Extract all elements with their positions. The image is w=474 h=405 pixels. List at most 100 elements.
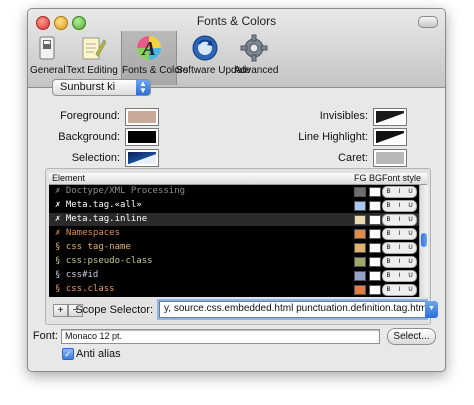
font-field: Monaco 12 pt.	[61, 329, 380, 344]
bg-color-well[interactable]	[369, 215, 381, 225]
font-style-b-toggle[interactable]: B	[383, 229, 394, 239]
background-color-well[interactable]	[125, 128, 159, 146]
bg-color-well[interactable]	[369, 285, 381, 295]
table-row[interactable]: § css.class B I U	[49, 283, 419, 296]
font-style-i-toggle[interactable]: I	[394, 201, 405, 211]
fg-color-well[interactable]	[354, 285, 366, 295]
element-name: ✗ Meta.tag.«all»	[55, 200, 142, 210]
element-name: § css.class	[55, 284, 115, 294]
elements-scrollbar[interactable]	[419, 185, 428, 297]
font-label: Font:	[32, 330, 58, 342]
bg-color-well[interactable]	[369, 229, 381, 239]
font-style-i-toggle[interactable]: I	[394, 229, 405, 239]
column-bg[interactable]: BG	[369, 173, 382, 183]
foreground-color-well[interactable]	[125, 108, 159, 126]
bg-color-well[interactable]	[369, 243, 381, 253]
toolbar-toggle-button[interactable]	[418, 16, 438, 28]
table-row[interactable]: ✗ Meta.tag.inline B I U	[49, 213, 419, 226]
font-style-i-toggle[interactable]: I	[394, 243, 405, 253]
font-style-b-toggle[interactable]: B	[383, 187, 394, 197]
column-fg[interactable]: FG	[354, 173, 367, 183]
gear-icon	[240, 34, 268, 62]
window-title: Fonts & Colors	[196, 14, 277, 28]
theme-popup[interactable]: Sunburst ki ▲ ▼	[52, 79, 151, 96]
foreground-label: Foreground:	[60, 110, 120, 122]
invisibles-label: Invisibles:	[319, 110, 368, 122]
anti-alias-checkbox[interactable]: ✓	[62, 348, 74, 360]
scope-selector-field[interactable]: y, source.css.embedded.html punctuation.…	[159, 301, 426, 318]
fg-color-well[interactable]	[354, 257, 366, 267]
elements-table[interactable]: ✗ Doctype/XML Processing B I U ✗ Meta.tag.«a…	[49, 185, 419, 297]
font-style-i-toggle[interactable]: I	[394, 187, 405, 197]
bg-color-well[interactable]	[369, 187, 381, 197]
table-row[interactable]: ✗ Doctype/XML Processing B I U	[49, 185, 419, 198]
notepad-pencil-icon	[82, 37, 106, 60]
font-style-b-toggle[interactable]: B	[383, 201, 394, 211]
selection-color-well[interactable]	[125, 149, 159, 167]
font-style-u-toggle[interactable]: U	[405, 271, 416, 281]
column-font-style[interactable]: Font style	[382, 173, 421, 183]
font-style-b-toggle[interactable]: B	[383, 271, 394, 281]
font-style-b-toggle[interactable]: B	[383, 243, 394, 253]
font-style-segmented[interactable]: BIU	[382, 270, 417, 282]
table-row[interactable]: § css#id B I U	[49, 269, 419, 282]
table-row[interactable]: ✗ Namespaces B I U	[49, 227, 419, 240]
chevron-down-icon[interactable]: ▼	[425, 301, 438, 318]
fg-color-well[interactable]	[354, 215, 366, 225]
font-style-segmented[interactable]: BIU	[382, 242, 417, 254]
caret-color-well[interactable]	[373, 149, 407, 167]
font-style-u-toggle[interactable]: U	[405, 285, 416, 295]
bg-color-well[interactable]	[369, 257, 381, 267]
font-style-u-toggle[interactable]: U	[405, 187, 416, 197]
font-style-u-toggle[interactable]: U	[405, 257, 416, 267]
fg-color-well[interactable]	[354, 271, 366, 281]
elements-table-header: Element FG BG Font style	[49, 173, 427, 185]
element-name: ✗ Doctype/XML Processing	[55, 186, 186, 196]
toolbar-software-update[interactable]: Software Update	[176, 31, 251, 85]
font-style-i-toggle[interactable]: I	[394, 285, 405, 295]
font-style-segmented[interactable]: BIU	[382, 200, 417, 212]
font-style-i-toggle[interactable]: I	[394, 257, 405, 267]
table-row[interactable]: ✗ Meta.tag.«all» B I U	[49, 199, 419, 212]
font-style-segmented[interactable]: BIU	[382, 228, 417, 240]
caret-swatch	[376, 152, 404, 164]
fg-color-well[interactable]	[354, 229, 366, 239]
fg-color-well[interactable]	[354, 201, 366, 211]
toolbar-label: Fonts & Colors	[122, 65, 189, 76]
invisibles-color-well[interactable]	[373, 108, 407, 126]
font-style-u-toggle[interactable]: U	[405, 215, 416, 225]
line-highlight-color-well[interactable]	[373, 128, 407, 146]
table-row[interactable]: § css tag-name B I U	[49, 241, 419, 254]
column-element[interactable]: Element	[52, 173, 85, 183]
toolbar-advanced[interactable]: Advanced	[234, 31, 278, 85]
scroll-thumb[interactable]	[421, 233, 427, 247]
font-style-segmented[interactable]: BIU	[382, 284, 417, 296]
font-style-u-toggle[interactable]: U	[405, 201, 416, 211]
font-style-segmented[interactable]: BIU	[382, 256, 417, 268]
add-button[interactable]: +	[53, 304, 68, 317]
color-letter-a-icon: A	[136, 35, 162, 61]
font-style-b-toggle[interactable]: B	[383, 215, 394, 225]
font-style-segmented[interactable]: BIU	[382, 214, 417, 226]
toolbar-general[interactable]: General	[30, 31, 66, 85]
font-style-i-toggle[interactable]: I	[394, 271, 405, 281]
select-font-button[interactable]: Select...	[387, 328, 436, 345]
scope-selector-label: Scope Selector:	[75, 304, 153, 316]
table-row[interactable]: § css:pseudo-class B I U	[49, 255, 419, 268]
fg-color-well[interactable]	[354, 187, 366, 197]
toolbar-fonts-colors[interactable]: A Fonts & Colors	[121, 31, 189, 85]
toolbar-text-editing[interactable]: Text Editing	[66, 31, 118, 85]
bg-color-well[interactable]	[369, 201, 381, 211]
font-style-u-toggle[interactable]: U	[405, 243, 416, 253]
fg-color-well[interactable]	[354, 243, 366, 253]
font-style-b-toggle[interactable]: B	[383, 257, 394, 267]
font-style-segmented[interactable]: BIU	[382, 186, 417, 198]
anti-alias-label[interactable]: Anti alias	[76, 348, 121, 360]
background-label: Background:	[58, 131, 120, 143]
font-style-b-toggle[interactable]: B	[383, 285, 394, 295]
selection-swatch	[128, 152, 156, 164]
font-style-u-toggle[interactable]: U	[405, 229, 416, 239]
bg-color-well[interactable]	[369, 271, 381, 281]
toolbar-label: Text Editing	[66, 65, 118, 76]
font-style-i-toggle[interactable]: I	[394, 215, 405, 225]
